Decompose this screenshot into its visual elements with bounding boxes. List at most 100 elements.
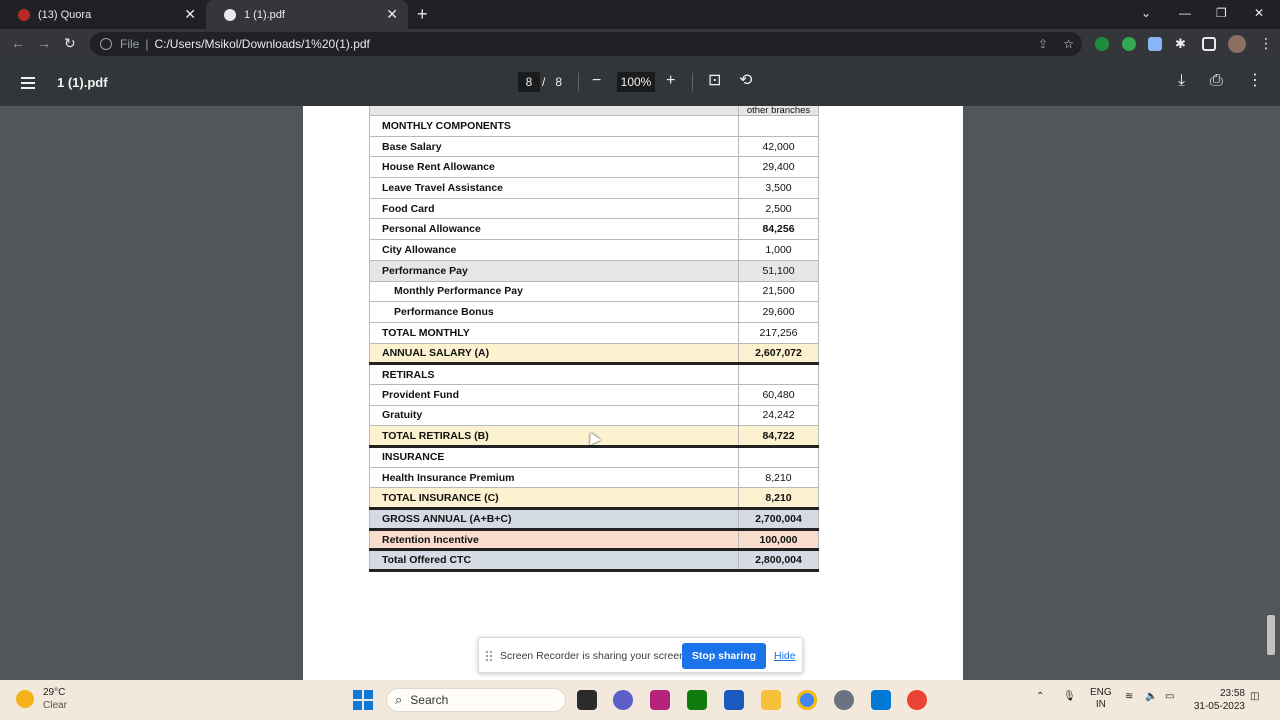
extension-green-icon[interactable] — [1095, 37, 1109, 51]
clock[interactable]: 23:58 31-05-2023 — [1190, 687, 1245, 713]
time: 23:58 — [1219, 688, 1245, 699]
chrome-icon[interactable] — [797, 690, 817, 710]
zoom-out-icon[interactable]: − — [592, 71, 601, 91]
restore-button[interactable]: ❐ — [1216, 6, 1227, 20]
close-tab-icon[interactable]: ✕ — [184, 7, 196, 21]
fit-page-icon[interactable]: ⊡ — [708, 71, 721, 91]
volume-icon[interactable]: 🔈 — [1145, 691, 1157, 702]
start-windows-icon[interactable] — [353, 690, 373, 710]
page-separator: / — [542, 75, 546, 89]
row-value: 84,256 — [738, 218, 819, 241]
page-number-input[interactable]: 8 — [518, 72, 540, 92]
table-row: RETIRALS — [369, 363, 819, 385]
info-icon[interactable] — [100, 38, 112, 50]
weather-description[interactable]: Clear — [43, 700, 67, 711]
share-icon[interactable]: ⇪ — [1038, 37, 1048, 51]
row-value: 29,400 — [738, 156, 819, 179]
app-icon[interactable] — [650, 690, 670, 710]
stop-sharing-button[interactable]: Stop sharing — [682, 643, 766, 669]
row-value — [738, 446, 819, 468]
zoom-input[interactable]: 100% — [617, 72, 655, 92]
divider — [692, 73, 693, 91]
date: 31-05-2023 — [1193, 701, 1245, 712]
row-value: 51,100 — [738, 260, 819, 282]
search-icon: ⌕ — [395, 692, 403, 707]
download-icon[interactable]: ⤓ — [1178, 71, 1185, 91]
table-row: ANNUAL SALARY (A) 2,607,072 — [369, 343, 819, 366]
globe-icon — [224, 8, 236, 21]
rotate-icon[interactable]: ⟲ — [739, 71, 752, 91]
row-label: TOTAL MONTHLY — [369, 322, 739, 344]
divider — [578, 73, 579, 91]
notification-icon[interactable]: ◫ — [1250, 691, 1259, 702]
puzzle-extensions-icon[interactable]: ✱ — [1175, 37, 1189, 51]
drag-handle-icon[interactable] — [486, 651, 492, 661]
table-row: Leave Travel Assistance 3,500 — [369, 177, 819, 199]
table-row: Gratuity 24,242 — [369, 405, 819, 427]
battery-icon[interactable]: ▭ — [1165, 691, 1174, 702]
row-value: 2,800,004 — [738, 549, 819, 573]
table-row: House Rent Allowance 29,400 — [369, 156, 819, 179]
screen-share-banner: Screen Recorder is sharing your screen. … — [478, 637, 803, 673]
row-value: 21,500 — [738, 281, 819, 303]
more-actions-icon[interactable]: ⋮ — [1247, 71, 1263, 91]
xbox-icon[interactable] — [687, 690, 707, 710]
close-window-button[interactable]: ✕ — [1254, 6, 1264, 20]
app-icon[interactable] — [871, 690, 891, 710]
browser-menu-icon[interactable]: ⋮ — [1259, 36, 1273, 50]
table-row: INSURANCE — [369, 446, 819, 468]
tab-pdf[interactable]: 1 (1).pdf ✕ — [206, 0, 408, 29]
task-view-icon[interactable] — [577, 690, 597, 710]
settings-gear-icon[interactable] — [834, 690, 854, 710]
address-bar[interactable]: File | C:/Users/Msikol/Downloads/1%20(1)… — [90, 32, 1082, 56]
forward-icon[interactable]: → — [37, 35, 51, 51]
extension-recorder-icon[interactable] — [1148, 37, 1162, 51]
ctc-table: other branches MONTHLY COMPONENTS Base Sa… — [369, 106, 819, 573]
weather-moon-icon[interactable] — [16, 690, 34, 708]
row-value: 42,000 — [738, 136, 819, 158]
tab-quora[interactable]: (13) Quora ✕ — [0, 0, 206, 29]
row-value: 29,600 — [738, 301, 819, 323]
hamburger-menu-icon[interactable] — [21, 77, 35, 92]
back-icon[interactable]: ← — [11, 35, 25, 51]
minimize-button[interactable]: — — [1179, 6, 1191, 20]
reload-icon[interactable]: ↻ — [64, 35, 76, 51]
show-hidden-icons[interactable]: ⌃ — [1036, 691, 1044, 702]
zoom-in-icon[interactable]: + — [666, 71, 675, 91]
bookmark-star-icon[interactable]: ☆ — [1063, 37, 1074, 51]
file-explorer-icon[interactable] — [761, 690, 781, 710]
row-label: Performance Bonus — [369, 301, 739, 323]
quora-favicon-icon — [18, 8, 30, 21]
word-icon[interactable] — [724, 690, 744, 710]
wifi-icon[interactable]: ≋ — [1125, 691, 1133, 702]
hide-link[interactable]: Hide — [774, 650, 796, 662]
avatar[interactable] — [1228, 35, 1246, 53]
document-title: 1 (1).pdf — [57, 75, 108, 90]
row-label: Total Offered CTC — [369, 549, 739, 573]
row-label: House Rent Allowance — [369, 156, 739, 179]
row-label: Performance Pay — [369, 260, 739, 282]
table-row: TOTAL INSURANCE (C) 8,210 — [369, 487, 819, 511]
print-icon[interactable]: ⎙ — [1210, 71, 1223, 91]
scheme-label: File — [120, 37, 140, 51]
region-code: IN — [1095, 699, 1106, 710]
table-header-row: other branches — [369, 106, 819, 116]
table-row: Monthly Performance Pay 21,500 — [369, 281, 819, 303]
chrome-icon[interactable] — [907, 690, 927, 710]
row-label: City Allowance — [369, 239, 739, 261]
taskbar-search[interactable]: ⌕ Search — [386, 688, 566, 712]
row-label: TOTAL INSURANCE (C) — [369, 487, 739, 511]
taskbar: 29°C Clear ⌕ Search ⌃ 🎙 ENG IN ≋ 🔈 ▭ 23:… — [0, 680, 1280, 720]
language-indicator[interactable]: ENG IN — [1090, 687, 1112, 711]
tab-search-icon[interactable]: ⌄ — [1141, 6, 1151, 20]
new-tab-button[interactable]: + — [417, 4, 428, 24]
side-panel-icon[interactable] — [1202, 37, 1216, 51]
row-value: 8,210 — [738, 487, 819, 511]
microphone-icon[interactable]: 🎙 — [1063, 691, 1076, 702]
close-tab-icon[interactable]: ✕ — [386, 7, 398, 21]
extension-chat-icon[interactable] — [1122, 37, 1136, 51]
table-row: GROSS ANNUAL (A+B+C) 2,700,004 — [369, 508, 819, 531]
teams-chat-icon[interactable] — [613, 690, 633, 710]
scrollbar-thumb[interactable] — [1267, 615, 1275, 655]
weather-temperature[interactable]: 29°C — [43, 687, 65, 698]
